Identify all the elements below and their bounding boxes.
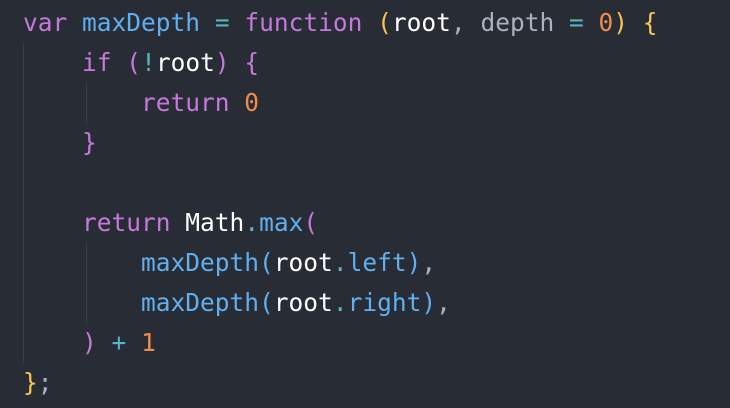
code-token-identifier bbox=[23, 88, 141, 117]
code-token-identifier bbox=[112, 48, 127, 77]
code-token-identifier: root bbox=[273, 288, 333, 317]
code-token-identifier bbox=[23, 128, 82, 157]
code-token-number: 0 bbox=[244, 88, 260, 117]
code-token-function-name: right bbox=[347, 288, 422, 317]
code-token-identifier bbox=[230, 88, 245, 117]
code-token-keyword: function bbox=[244, 8, 363, 37]
code-token-identifier: Math bbox=[185, 208, 245, 237]
code-token-keyword: return bbox=[82, 208, 171, 237]
code-token-keyword: if bbox=[82, 48, 112, 77]
code-token-identifier bbox=[628, 8, 643, 37]
code-token-identifier bbox=[466, 8, 481, 37]
code-token-function-name: maxDepth bbox=[141, 248, 260, 277]
code-token-brace-level3: ( bbox=[259, 288, 274, 317]
code-token-identifier bbox=[230, 48, 245, 77]
code-token-identifier: root bbox=[391, 8, 451, 37]
code-token-brace-level3: ) bbox=[406, 248, 422, 277]
code-line: } bbox=[23, 123, 658, 163]
code-token-identifier bbox=[230, 8, 245, 37]
code-token-brace-level2: ) bbox=[214, 48, 230, 77]
code-line: maxDepth(root.left), bbox=[23, 243, 658, 283]
code-token-brace-level2: } bbox=[82, 128, 97, 157]
code-token-brace-level1: ) bbox=[613, 8, 629, 37]
code-token-operator: . bbox=[332, 288, 348, 317]
code-token-operator: + bbox=[111, 328, 127, 357]
code-line: if (!root) { bbox=[23, 43, 658, 83]
code-token-brace-level2: ( bbox=[126, 48, 142, 77]
code-token-brace-level3: ( bbox=[259, 248, 274, 277]
code-line: var maxDepth = function (root, depth = 0… bbox=[23, 3, 658, 43]
code-token-identifier bbox=[97, 328, 112, 357]
code-token-operator: = bbox=[214, 8, 230, 37]
code-block[interactable]: var maxDepth = function (root, depth = 0… bbox=[23, 3, 658, 403]
code-token-brace-level2: ( bbox=[303, 208, 319, 237]
code-line: return Math.max( bbox=[23, 203, 658, 243]
code-token-identifier: root bbox=[155, 48, 215, 77]
code-token-brace-level1: } bbox=[23, 368, 38, 397]
code-token-punctuation: , bbox=[436, 288, 451, 317]
code-token-punctuation: ; bbox=[37, 368, 53, 397]
code-token-operator: . bbox=[332, 248, 348, 277]
code-token-function-name: maxDepth bbox=[82, 8, 201, 37]
code-line: ) + 1 bbox=[23, 323, 658, 363]
code-token-function-name: max bbox=[259, 208, 304, 237]
code-token-identifier bbox=[126, 328, 141, 357]
code-token-identifier bbox=[171, 208, 186, 237]
code-token-identifier bbox=[23, 48, 82, 77]
code-token-operator: = bbox=[568, 8, 584, 37]
code-token-identifier bbox=[584, 8, 599, 37]
code-token-identifier bbox=[362, 8, 377, 37]
code-token-brace-level1: { bbox=[642, 8, 658, 37]
code-line: }; bbox=[23, 363, 658, 403]
code-token-identifier bbox=[67, 8, 82, 37]
code-token-brace-level2: ) bbox=[82, 328, 97, 357]
code-token-identifier: root bbox=[273, 248, 333, 277]
code-token-identifier bbox=[200, 8, 215, 37]
code-token-keyword: var bbox=[23, 8, 68, 37]
code-token-punctuation: , bbox=[450, 8, 466, 37]
code-token-punctuation: , bbox=[421, 248, 437, 277]
code-token-brace-level3: ) bbox=[421, 288, 437, 317]
code-token-brace-level2: { bbox=[244, 48, 260, 77]
code-token-param-muted: depth bbox=[480, 8, 555, 37]
code-token-brace-level1: ( bbox=[377, 8, 392, 37]
code-token-number: 0 bbox=[598, 8, 614, 37]
code-token-identifier bbox=[23, 288, 141, 317]
code-token-identifier bbox=[23, 328, 82, 357]
code-editor[interactable]: var maxDepth = function (root, depth = 0… bbox=[0, 0, 730, 408]
code-token-operator: . bbox=[244, 208, 260, 237]
code-line: return 0 bbox=[23, 83, 658, 123]
code-token-identifier bbox=[23, 208, 82, 237]
code-line: maxDepth(root.right), bbox=[23, 283, 658, 323]
code-token-number: 1 bbox=[141, 328, 156, 357]
code-token-keyword: return bbox=[141, 88, 230, 117]
code-token-identifier bbox=[554, 8, 569, 37]
code-token-identifier bbox=[23, 248, 141, 277]
code-token-operator: ! bbox=[141, 48, 156, 77]
code-token-function-name: maxDepth bbox=[141, 288, 260, 317]
code-token-function-name: left bbox=[347, 248, 407, 277]
